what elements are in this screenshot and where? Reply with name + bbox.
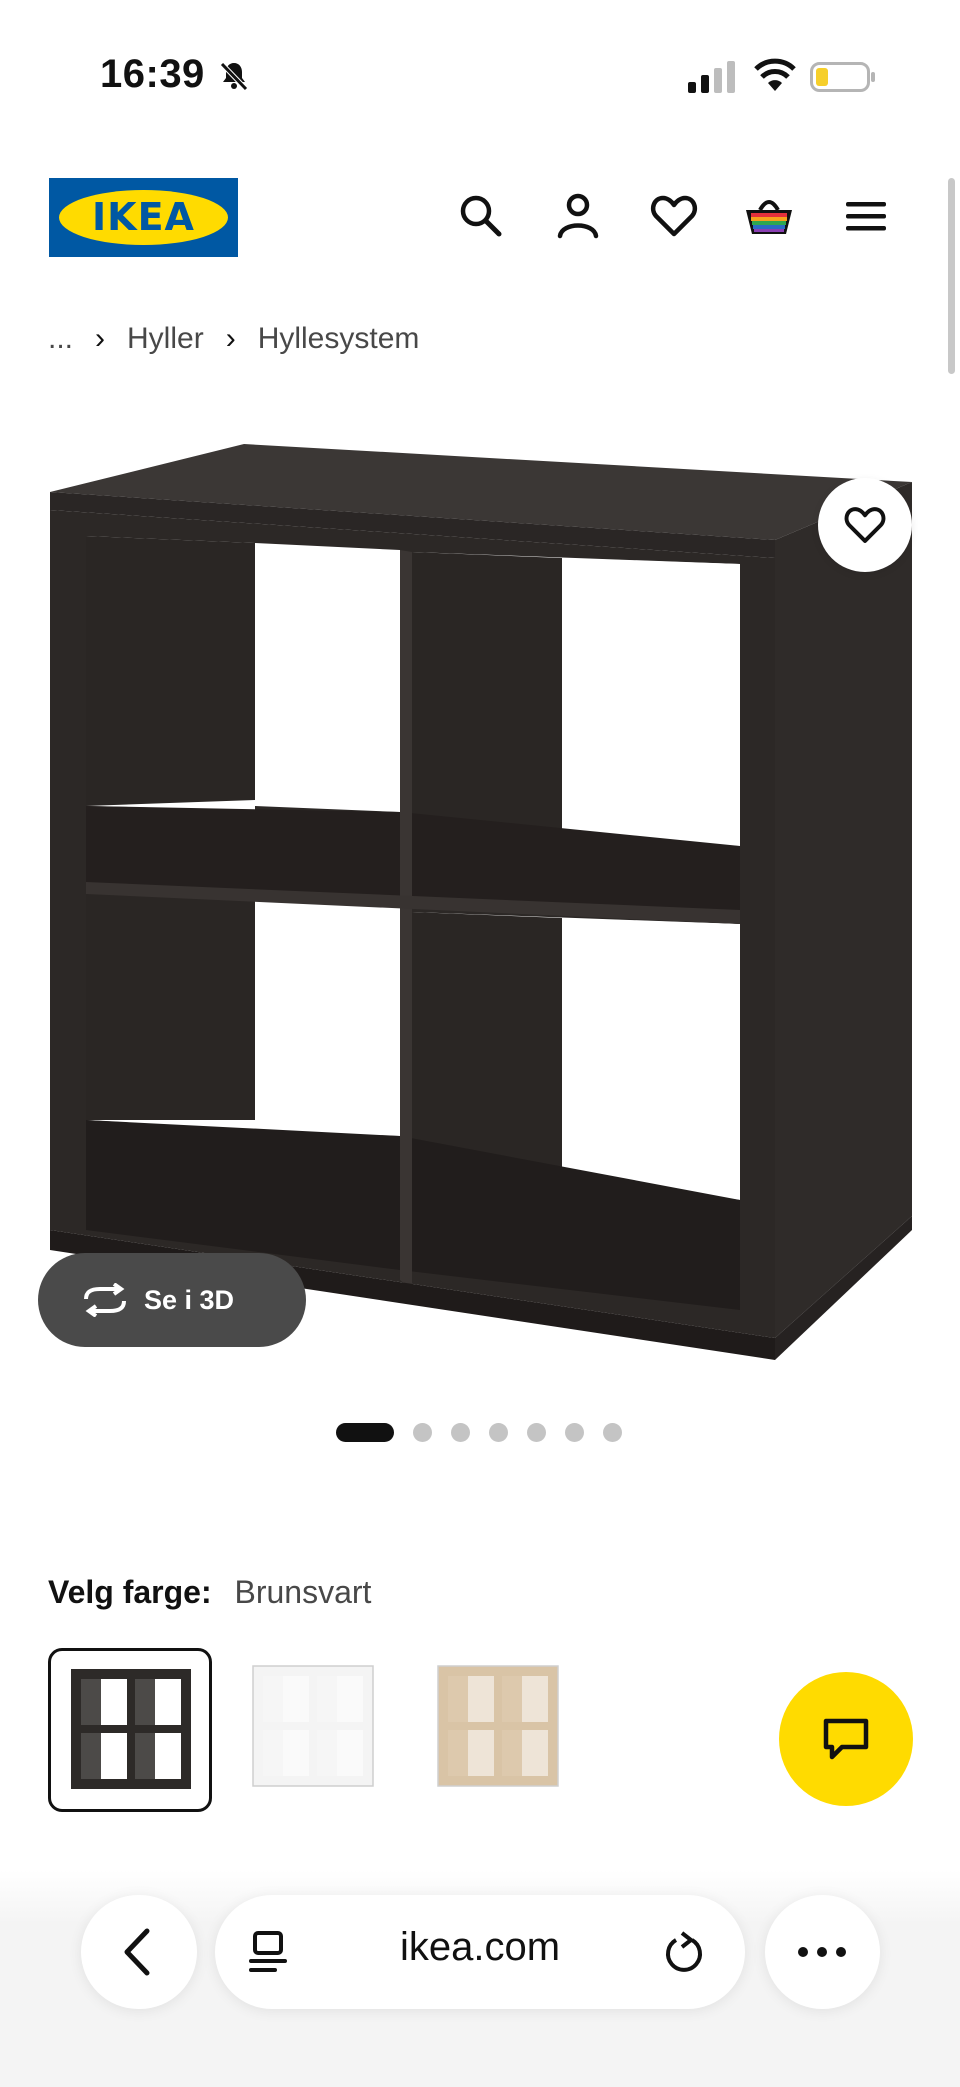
breadcrumb-item-hyller[interactable]: Hyller — [127, 322, 204, 356]
gallery-dot[interactable] — [603, 1422, 622, 1442]
heart-icon — [844, 507, 886, 543]
chevron-right-icon: › — [225, 322, 236, 355]
more-options-icon — [798, 1947, 846, 1957]
breadcrumb-item-hyllesystem[interactable]: Hyllesystem — [258, 322, 420, 356]
gallery-dot[interactable] — [336, 1422, 394, 1442]
breadcrumb: ... › Hyller › Hyllesystem — [48, 322, 419, 356]
product-image[interactable] — [40, 430, 920, 1370]
logo-text: IKEA — [92, 195, 195, 239]
shopping-bag-icon[interactable] — [743, 190, 795, 242]
swatch-thumbnail-image — [252, 1665, 374, 1787]
color-swatch-eikeeffekt[interactable] — [418, 1648, 582, 1812]
battery-icon — [810, 60, 876, 94]
gallery-dot[interactable] — [451, 1422, 470, 1442]
browser-more-button[interactable] — [765, 1895, 880, 2009]
color-label: Velg farge: — [48, 1574, 212, 1610]
search-icon[interactable] — [455, 190, 507, 242]
gallery-pagination — [336, 1422, 622, 1442]
color-swatch-brunsvart[interactable] — [48, 1648, 212, 1812]
silent-bell-icon — [216, 58, 252, 94]
menu-icon[interactable] — [840, 190, 892, 242]
ikea-logo[interactable]: IKEA — [49, 178, 238, 257]
view-in-3d-button[interactable]: Se i 3D — [38, 1253, 306, 1347]
swatch-thumbnail-image — [71, 1669, 191, 1789]
color-value: Brunsvart — [234, 1574, 372, 1610]
url-text[interactable]: ikea.com — [215, 1925, 745, 1970]
status-time: 16:39 — [100, 52, 205, 96]
heart-icon[interactable] — [648, 190, 700, 242]
chat-button[interactable] — [779, 1672, 913, 1806]
gallery-dot[interactable] — [413, 1422, 432, 1442]
color-swatch-hvit[interactable] — [233, 1648, 397, 1812]
chevron-right-icon: › — [95, 322, 106, 355]
breadcrumb-ellipsis[interactable]: ... — [48, 322, 73, 356]
favorite-button[interactable] — [818, 478, 912, 572]
wifi-icon — [754, 58, 796, 94]
user-icon[interactable] — [552, 190, 604, 242]
rotate-3d-icon — [80, 1283, 130, 1317]
chat-bubble-icon — [823, 1718, 869, 1760]
cellular-signal-icon — [688, 60, 736, 94]
gallery-dot[interactable] — [489, 1422, 508, 1442]
gallery-dot[interactable] — [527, 1422, 546, 1442]
color-selector-label: Velg farge: Brunsvart — [48, 1574, 371, 1611]
page-scrollbar[interactable] — [948, 178, 955, 374]
swatch-thumbnail-image — [437, 1665, 559, 1787]
chevron-left-icon — [124, 1928, 150, 1976]
browser-back-button[interactable] — [81, 1895, 197, 2009]
gallery-dot[interactable] — [565, 1422, 584, 1442]
view-in-3d-label: Se i 3D — [144, 1284, 235, 1315]
